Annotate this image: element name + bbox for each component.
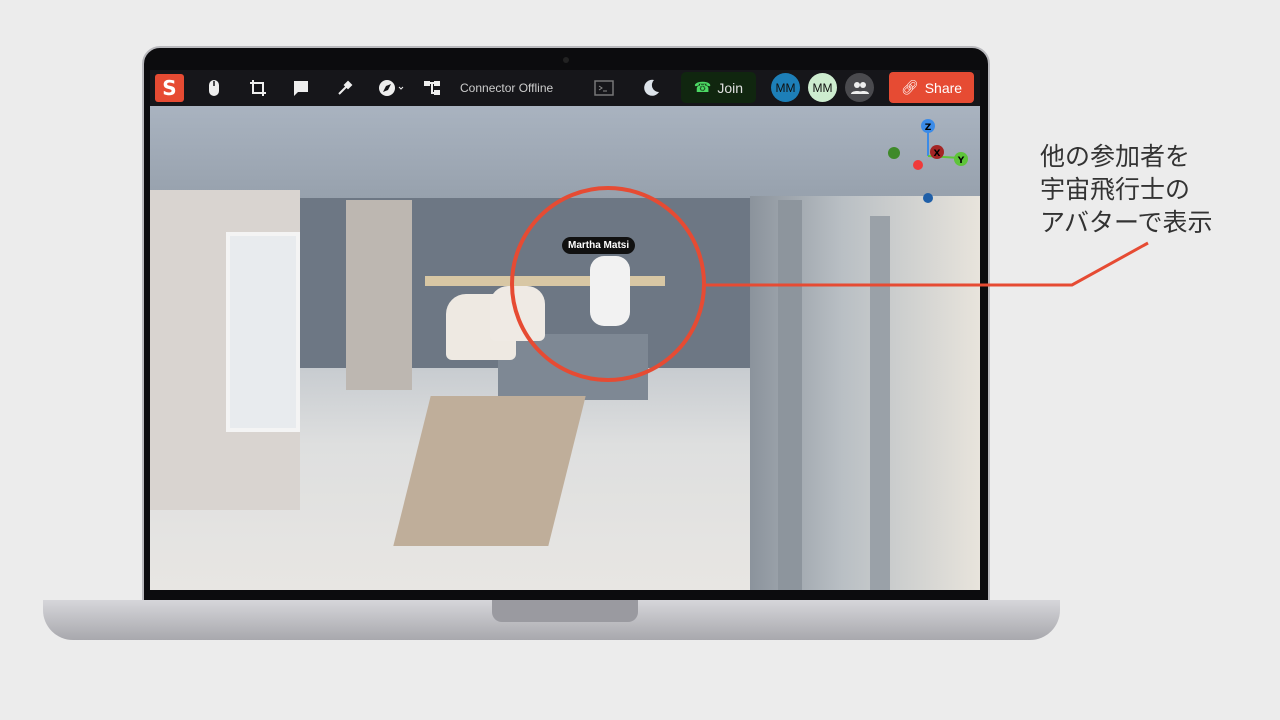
column [778, 200, 802, 590]
app-logo[interactable]: S [155, 74, 184, 102]
astronaut-avatar[interactable] [590, 256, 630, 326]
app-screen: Martha Matsi Z X Y S Connector Offline ☎… [150, 70, 980, 590]
column [870, 216, 890, 590]
toolbar: S Connector Offline ☎ Join MM MM 🔗︎ Share [150, 70, 980, 106]
compass-icon[interactable] [376, 70, 408, 106]
laptop-notch [492, 600, 638, 622]
connector-status: Connector Offline [460, 81, 554, 95]
svg-text:Y: Y [957, 156, 965, 166]
participant-avatar[interactable]: MM [808, 73, 837, 102]
share-label: Share [924, 79, 963, 96]
phone-icon: ☎ [693, 79, 712, 95]
people-icon[interactable] [845, 73, 874, 102]
neg-x-handle [913, 160, 923, 170]
kitchen-island [498, 334, 648, 400]
comment-icon[interactable] [289, 70, 313, 106]
annotation-line: アバターで表示 [1040, 208, 1213, 237]
neg-z-handle [923, 193, 933, 203]
terminal-icon[interactable] [592, 70, 616, 106]
avatar-name-label: Martha Matsi [562, 237, 636, 254]
dining-table [393, 396, 586, 546]
participant-avatar[interactable]: MM [771, 73, 800, 102]
crop-icon[interactable] [246, 70, 270, 106]
3d-viewport[interactable]: Martha Matsi Z X Y [150, 106, 980, 590]
svg-text:X: X [934, 149, 941, 159]
axis-gizmo[interactable]: Z X Y [880, 112, 980, 212]
svg-text:Z: Z [925, 123, 932, 133]
annotation-text: 他の参加者を 宇宙飛行士の アバターで表示 [1040, 140, 1213, 239]
link-icon: 🔗︎ [900, 79, 919, 95]
pendant-lamp [490, 286, 545, 341]
camera [563, 57, 569, 63]
door [226, 232, 300, 432]
hierarchy-icon[interactable] [420, 70, 444, 106]
join-label: Join [717, 79, 744, 96]
neg-y-handle [888, 147, 900, 159]
annotation-line: 宇宙飛行士の [1040, 175, 1191, 204]
share-button[interactable]: 🔗︎ Share [889, 72, 974, 103]
tall-cabinets [346, 200, 412, 390]
annotation-line: 他の参加者を [1040, 142, 1191, 171]
eyedropper-icon[interactable] [333, 70, 357, 106]
mouse-icon[interactable] [202, 70, 226, 106]
moon-icon[interactable] [639, 70, 663, 106]
join-button[interactable]: ☎ Join [681, 72, 756, 103]
